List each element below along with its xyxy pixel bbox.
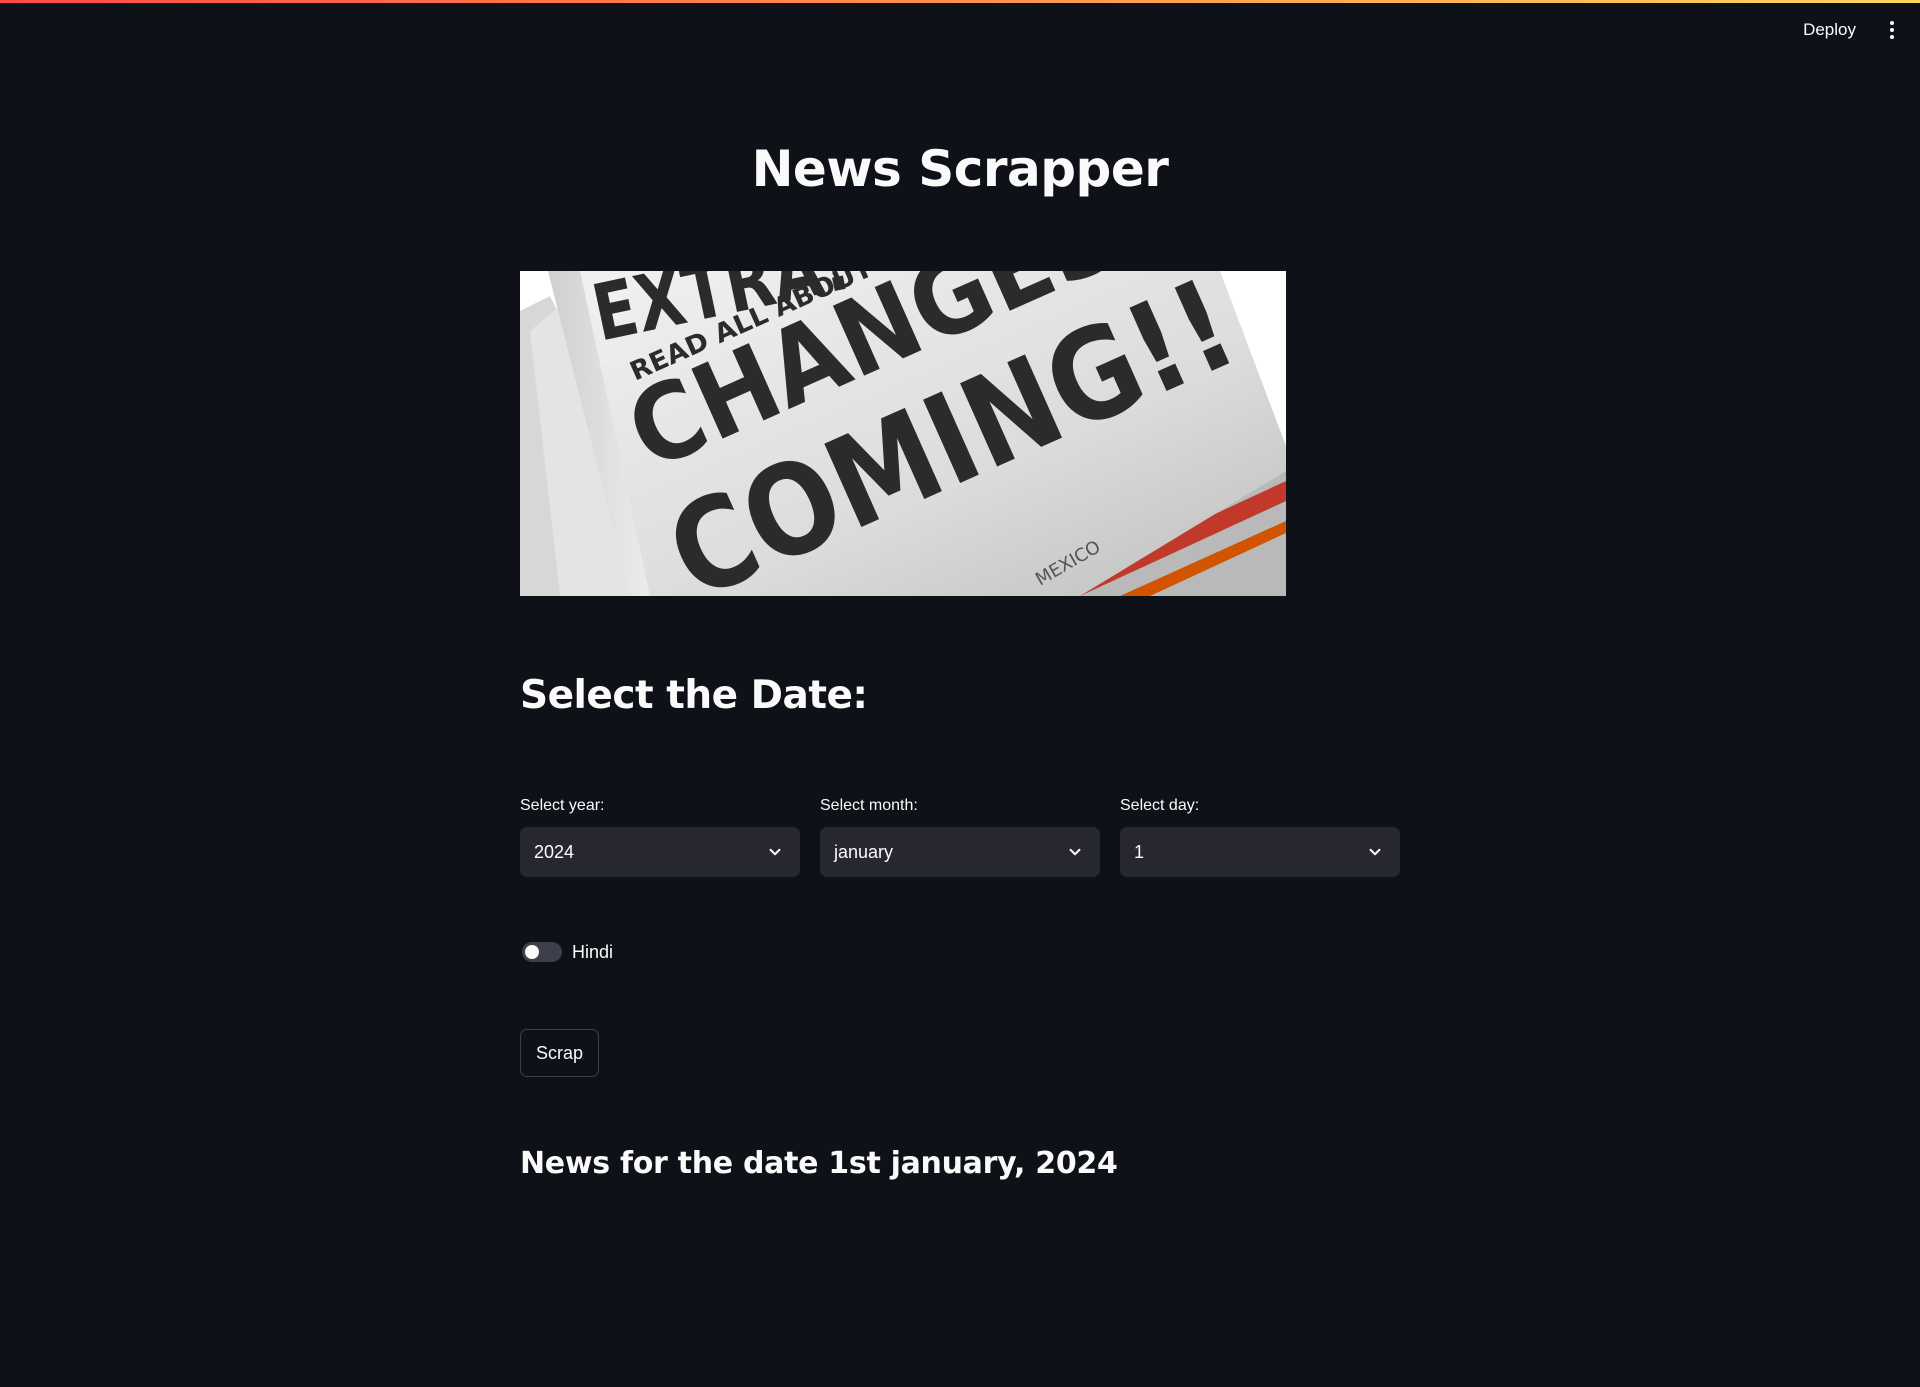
select-date-heading: Select the Date: [520, 673, 868, 718]
vertical-ellipsis-icon [1890, 21, 1894, 39]
hindi-toggle-label[interactable]: Hindi [572, 942, 613, 963]
news-date-heading: News for the date 1st january, 2024 [520, 1146, 1118, 1181]
chevron-down-icon [769, 848, 781, 856]
day-select[interactable]: 1 [1120, 827, 1400, 877]
month-select[interactable]: january [820, 827, 1100, 877]
year-select-group: Select year: 2024 [520, 795, 800, 877]
toggle-knob [525, 945, 539, 959]
hindi-toggle[interactable] [522, 942, 562, 962]
month-select-group: Select month: january [820, 795, 1100, 877]
app-header: Deploy [0, 0, 1920, 60]
chevron-down-icon [1369, 848, 1381, 856]
year-select-value: 2024 [534, 842, 575, 862]
page-title: News Scrapper [751, 140, 1169, 198]
year-select[interactable]: 2024 [520, 827, 800, 877]
day-select-value: 1 [1134, 842, 1145, 862]
deploy-button[interactable]: Deploy [1795, 16, 1864, 44]
day-select-group: Select day: 1 [1120, 795, 1400, 877]
scrap-button[interactable]: Scrap [520, 1029, 600, 1077]
main-menu-button[interactable] [1882, 18, 1902, 42]
month-select-label: Select month: [820, 797, 918, 814]
newspaper-image: EXTRA! READ ALL ABOUT IT CHANGES COMING!… [520, 271, 1286, 596]
day-select-label: Select day: [1120, 797, 1200, 814]
chevron-down-icon [1069, 848, 1081, 856]
hindi-toggle-row: Hindi [520, 937, 613, 967]
month-select-value: january [834, 842, 894, 862]
year-select-label: Select year: [520, 797, 605, 814]
